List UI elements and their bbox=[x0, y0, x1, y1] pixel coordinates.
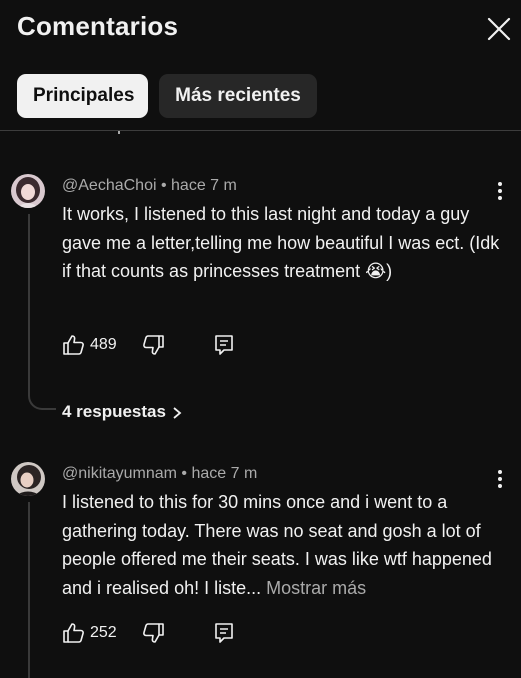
view-replies-button[interactable]: 4 respuestas bbox=[62, 402, 182, 422]
comment-actions: 489 bbox=[62, 333, 242, 359]
more-options-button[interactable] bbox=[493, 181, 507, 201]
more-options-button[interactable] bbox=[493, 469, 507, 489]
avatar-image bbox=[11, 462, 45, 496]
meta-separator: • bbox=[160, 177, 167, 194]
avatar[interactable] bbox=[11, 462, 45, 496]
comment-actions: 252 bbox=[62, 621, 242, 647]
comment-author[interactable]: @AechaChoi bbox=[62, 177, 157, 194]
reply-button[interactable] bbox=[212, 333, 236, 357]
more-vertical-icon bbox=[498, 182, 502, 200]
page-title: Comentarios bbox=[17, 11, 179, 41]
thread-line bbox=[28, 214, 30, 396]
replies-label: 4 respuestas bbox=[62, 402, 166, 421]
comment-time: hace 7 m bbox=[191, 465, 258, 482]
dislike-button[interactable] bbox=[141, 621, 165, 645]
like-button[interactable] bbox=[62, 621, 86, 645]
like-count: 489 bbox=[90, 336, 117, 353]
thumbs-down-icon bbox=[143, 335, 164, 355]
tab-principales[interactable]: Principales bbox=[17, 74, 148, 118]
like-count: 252 bbox=[90, 624, 117, 641]
comments-header: Comentarios Principales Más recientes bbox=[0, 0, 521, 130]
header-divider bbox=[0, 130, 521, 131]
meta-separator: • bbox=[181, 465, 188, 482]
comment-time: hace 7 m bbox=[171, 177, 237, 194]
scroll-fragment bbox=[118, 131, 120, 134]
comment-text: I listened to this for 30 mins once and … bbox=[62, 488, 507, 602]
avatar[interactable] bbox=[11, 174, 45, 208]
avatar-image bbox=[11, 174, 45, 208]
show-more-link[interactable]: Mostrar más bbox=[266, 578, 366, 598]
more-vertical-icon bbox=[498, 470, 502, 488]
comment-meta: @AechaChoi • hace 7 m bbox=[62, 177, 237, 195]
thumbs-down-icon bbox=[143, 623, 164, 643]
chevron-right-icon bbox=[173, 406, 182, 419]
reply-comment-icon bbox=[215, 335, 233, 355]
thread-connector bbox=[28, 396, 56, 410]
reply-comment-icon bbox=[215, 623, 233, 643]
comment-meta: @nikitayumnam • hace 7 m bbox=[62, 465, 257, 483]
close-button[interactable] bbox=[486, 16, 512, 42]
tab-mas-recientes[interactable]: Más recientes bbox=[159, 74, 317, 118]
reply-button[interactable] bbox=[212, 621, 236, 645]
thread-line bbox=[28, 502, 30, 678]
comment-text: It works, I listened to this last night … bbox=[62, 204, 500, 281]
close-icon bbox=[487, 17, 511, 41]
comment-author[interactable]: @nikitayumnam bbox=[62, 465, 177, 482]
like-button[interactable] bbox=[62, 333, 86, 357]
thumbs-up-icon bbox=[63, 623, 84, 643]
dislike-button[interactable] bbox=[141, 333, 165, 357]
thumbs-up-icon bbox=[63, 335, 84, 355]
